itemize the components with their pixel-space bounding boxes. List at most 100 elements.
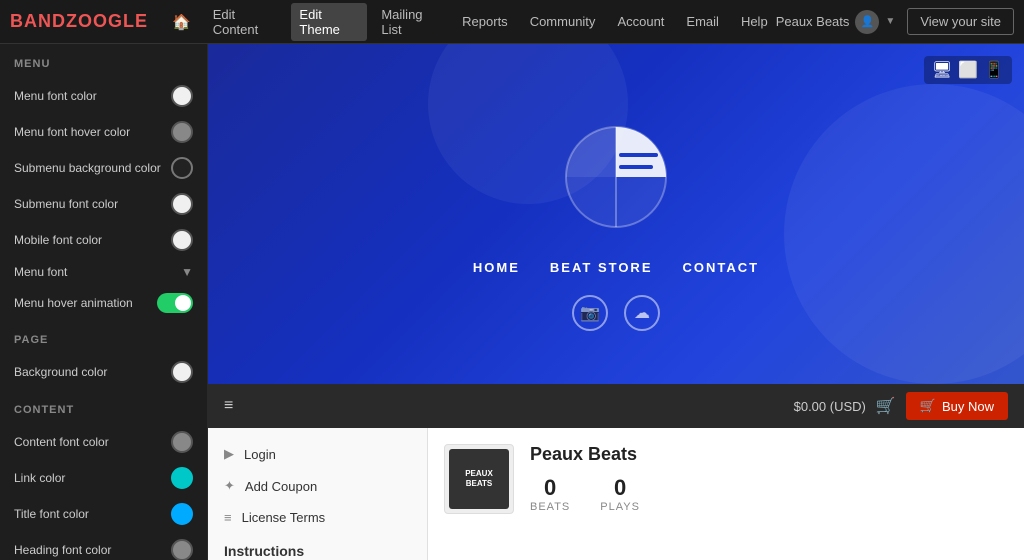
soundcloud-icon[interactable]: ☁	[624, 295, 660, 331]
preview-nav-home[interactable]: HOME	[473, 260, 520, 275]
device-icons: 🖥 ⬜ 📱	[924, 56, 1012, 84]
beat-info: PEAUXBEATS Peaux Beats 0 BEATS	[444, 444, 1008, 514]
nav-edit-theme[interactable]: Edit Theme	[291, 3, 367, 41]
beat-details: Peaux Beats 0 BEATS 0 PLAYS	[530, 444, 1008, 513]
beat-store-header: ≡ $0.00 (USD) 🛒 🛒 Buy Now	[208, 384, 1024, 428]
sidebar-section-menu: MENU	[0, 44, 207, 78]
instagram-icon[interactable]: 📷	[572, 295, 608, 331]
mobile-icon[interactable]: 📱	[984, 60, 1004, 80]
preview-nav: HOME BEAT STORE CONTACT	[473, 260, 759, 275]
bg-color-swatch[interactable]	[171, 361, 193, 383]
sidebar-item-submenu-bg-color: Submenu background color	[0, 150, 207, 186]
nav-right: Peaux Beats 👤 ▼ View your site	[776, 8, 1014, 35]
heading-font-color-swatch[interactable]	[171, 539, 193, 560]
avatar: 👤	[855, 10, 879, 34]
link-color-swatch[interactable]	[171, 467, 193, 489]
brand-accent: Z	[66, 11, 78, 31]
home-nav-link[interactable]: 🏠	[164, 9, 199, 35]
chevron-down-icon: ▼	[885, 16, 895, 27]
top-nav: BANDZOOGLE 🏠 Edit Content Edit Theme Mai…	[0, 0, 1024, 44]
nav-help[interactable]: Help	[733, 10, 776, 33]
brand-logo: BANDZOOGLE	[10, 11, 148, 32]
license-terms-label: License Terms	[242, 510, 326, 525]
store-menu-license-terms[interactable]: ≡ License Terms	[208, 502, 427, 533]
user-menu[interactable]: Peaux Beats 👤 ▼	[776, 10, 896, 34]
buy-now-button[interactable]: 🛒 Buy Now	[906, 392, 1008, 420]
bg-decoration	[784, 84, 1024, 384]
nav-reports[interactable]: Reports	[454, 10, 516, 33]
nav-community[interactable]: Community	[522, 10, 604, 33]
buy-now-label: Buy Now	[942, 399, 994, 414]
tablet-icon[interactable]: ⬜	[958, 60, 978, 80]
sidebar-item-menu-font[interactable]: Menu font ▼	[0, 258, 207, 286]
sidebar-item-submenu-font-color: Submenu font color	[0, 186, 207, 222]
preview-social: 📷 ☁	[572, 295, 660, 331]
nav-email[interactable]: Email	[678, 10, 727, 33]
plays-label: PLAYS	[600, 501, 640, 513]
content-font-color-swatch[interactable]	[171, 431, 193, 453]
cart-icon[interactable]: 🛒	[876, 396, 896, 416]
price-value: $0.00 (USD)	[794, 399, 866, 414]
submenu-font-color-swatch[interactable]	[171, 193, 193, 215]
beat-store-body: ▶ Login ✦ Add Coupon ≡ License Terms Ins…	[208, 428, 1024, 560]
store-right: PEAUXBEATS Peaux Beats 0 BEATS	[428, 428, 1024, 560]
sidebar: MENU Menu font color Menu font hover col…	[0, 44, 208, 560]
sidebar-item-mobile-font-color: Mobile font color	[0, 222, 207, 258]
brand-name-start: BAND	[10, 11, 66, 31]
store-menu: ▶ Login ✦ Add Coupon ≡ License Terms Ins…	[208, 428, 428, 560]
sidebar-item-menu-font-hover-color: Menu font hover color	[0, 114, 207, 150]
plays-value: 0	[600, 475, 640, 501]
sidebar-item-title-font-color: Title font color	[0, 496, 207, 532]
sidebar-item-menu-hover-animation: Menu hover animation	[0, 286, 207, 320]
license-icon: ≡	[224, 510, 232, 525]
beats-value: 0	[530, 475, 570, 501]
beat-name: Peaux Beats	[530, 444, 1008, 465]
content-area: 🖥 ⬜ 📱	[208, 44, 1024, 560]
nav-mailing-list[interactable]: Mailing List	[373, 3, 448, 41]
hamburger-icon[interactable]: ≡	[224, 397, 233, 415]
preview-nav-contact[interactable]: CONTACT	[683, 260, 760, 275]
beat-thumbnail-text: PEAUXBEATS	[465, 469, 493, 490]
beats-label: BEATS	[530, 501, 570, 513]
menu-hover-animation-toggle[interactable]	[157, 293, 193, 313]
preview-hero: 🖥 ⬜ 📱	[208, 44, 1024, 384]
nav-edit-content[interactable]: Edit Content	[205, 3, 286, 41]
beat-thumbnail: PEAUXBEATS	[444, 444, 514, 514]
beats-stat: 0 BEATS	[530, 475, 570, 513]
submenu-bg-color-swatch[interactable]	[171, 157, 193, 179]
menu-font-hover-color-swatch[interactable]	[171, 121, 193, 143]
nav-account[interactable]: Account	[609, 10, 672, 33]
user-name: Peaux Beats	[776, 14, 850, 29]
plays-stat: 0 PLAYS	[600, 475, 640, 513]
price-display: $0.00 (USD) 🛒 🛒 Buy Now	[794, 392, 1008, 420]
preview-logo-svg	[556, 117, 676, 237]
login-icon: ▶	[224, 446, 234, 462]
chevron-down-icon: ▼	[181, 265, 193, 279]
sidebar-item-menu-font-color: Menu font color	[0, 78, 207, 114]
nav-links: 🏠 Edit Content Edit Theme Mailing List R…	[164, 3, 776, 41]
desktop-icon[interactable]: 🖥	[932, 60, 952, 80]
preview-nav-beat-store[interactable]: BEAT STORE	[550, 260, 653, 275]
sidebar-item-heading-font-color: Heading font color	[0, 532, 207, 560]
beat-stats: 0 BEATS 0 PLAYS	[530, 475, 1008, 513]
beat-thumbnail-inner: PEAUXBEATS	[449, 449, 509, 509]
preview-logo	[556, 117, 676, 240]
sidebar-section-page: PAGE	[0, 320, 207, 354]
view-site-button[interactable]: View your site	[907, 8, 1014, 35]
add-coupon-label: Add Coupon	[245, 479, 317, 494]
sidebar-item-content-font-color: Content font color	[0, 424, 207, 460]
title-font-color-swatch[interactable]	[171, 503, 193, 525]
brand-name-end: OOGLE	[78, 11, 148, 31]
instructions-title: Instructions	[208, 533, 427, 560]
cart-btn-icon: 🛒	[920, 398, 936, 414]
menu-font-color-swatch[interactable]	[171, 85, 193, 107]
main-layout: MENU Menu font color Menu font hover col…	[0, 44, 1024, 560]
mobile-font-color-swatch[interactable]	[171, 229, 193, 251]
beat-store-section: ≡ $0.00 (USD) 🛒 🛒 Buy Now ▶ Login	[208, 384, 1024, 560]
store-menu-add-coupon[interactable]: ✦ Add Coupon	[208, 470, 427, 502]
sidebar-item-link-color: Link color	[0, 460, 207, 496]
coupon-icon: ✦	[224, 478, 235, 494]
store-menu-login[interactable]: ▶ Login	[208, 438, 427, 470]
sidebar-section-content: CONTENT	[0, 390, 207, 424]
sidebar-item-bg-color: Background color	[0, 354, 207, 390]
